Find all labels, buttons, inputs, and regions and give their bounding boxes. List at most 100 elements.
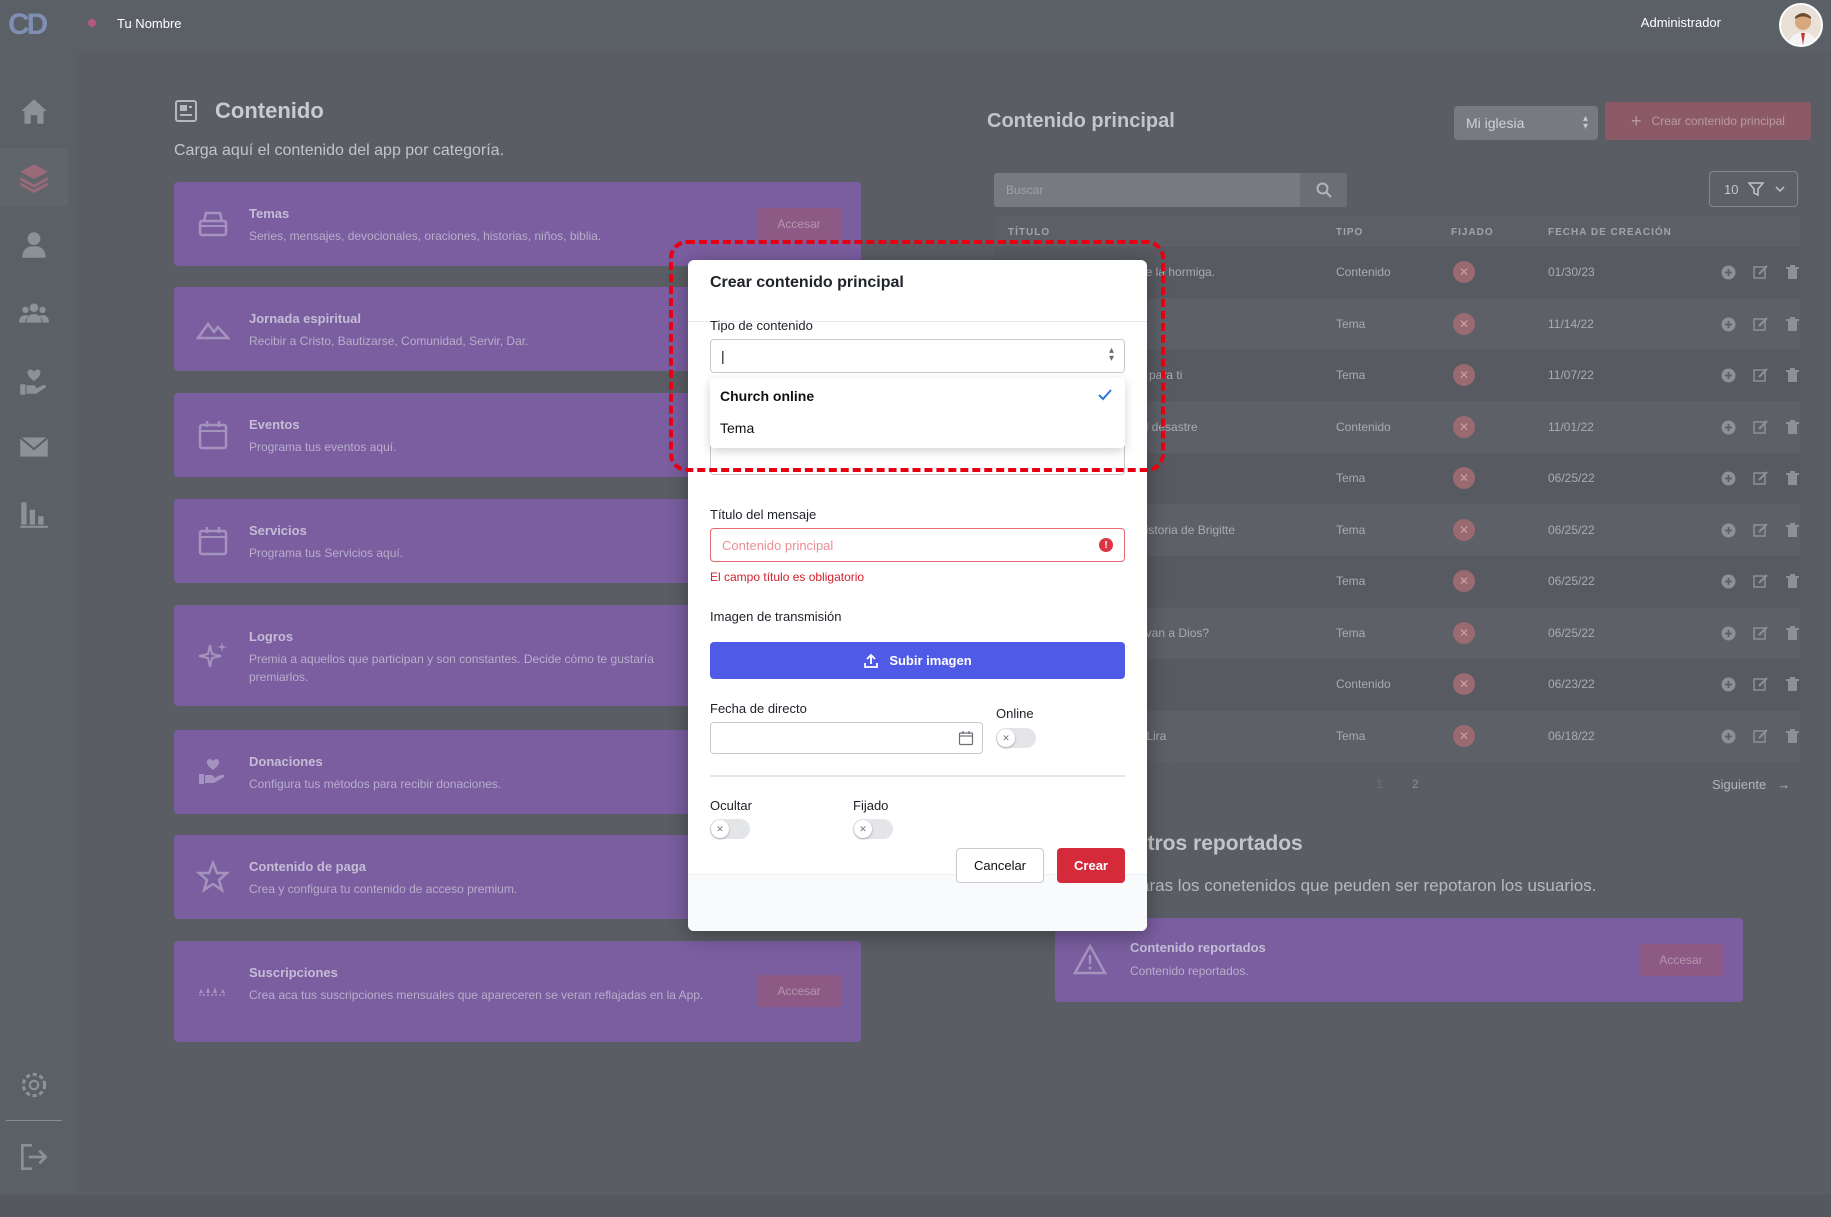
sidebar-item-content[interactable] (0, 148, 68, 206)
cancel-button[interactable]: Cancelar (956, 848, 1044, 883)
trash-icon[interactable] (1784, 522, 1801, 539)
edit-icon[interactable] (1752, 522, 1769, 539)
close-icon: ✕ (997, 729, 1015, 747)
top-bar: CD Tu Nombre Administrador (0, 0, 1831, 52)
reported-card-title: Contenido reportados (1130, 940, 1266, 955)
edit-icon[interactable] (1752, 676, 1769, 693)
sidebar-item-groups[interactable] (0, 284, 68, 342)
category-title: Logros (249, 629, 294, 644)
search-button[interactable] (1300, 173, 1347, 207)
edit-icon[interactable] (1752, 367, 1769, 384)
logout-icon (20, 1143, 48, 1171)
create-main-content-button[interactable]: + Crear contenido principal (1605, 102, 1811, 140)
page-subtitle: Carga aquí el contenido del app por cate… (174, 142, 505, 159)
category-title: Suscripciones (249, 965, 338, 980)
add-circle-icon[interactable] (1720, 367, 1737, 384)
trash-icon[interactable] (1784, 316, 1801, 333)
sidebar-item-users[interactable] (0, 216, 68, 274)
trash-icon[interactable] (1784, 419, 1801, 436)
trash-icon[interactable] (1784, 676, 1801, 693)
add-circle-icon[interactable] (1720, 470, 1737, 487)
trash-icon[interactable] (1784, 728, 1801, 745)
modal-header: Crear contenido principal (688, 260, 1147, 322)
edit-icon[interactable] (1752, 728, 1769, 745)
category-title: Contenido de paga (249, 859, 366, 874)
access-button[interactable]: Accesar (757, 975, 841, 1007)
pinned-toggle[interactable]: ✕ (853, 819, 893, 839)
edit-icon[interactable] (1752, 419, 1769, 436)
image-label: Imagen de transmisión (710, 609, 842, 624)
avatar[interactable] (1779, 3, 1823, 47)
online-toggle[interactable]: ✕ (996, 728, 1036, 748)
add-circle-icon[interactable] (1720, 316, 1737, 333)
edit-icon[interactable] (1752, 470, 1769, 487)
search-input[interactable]: Buscar (994, 173, 1300, 207)
hide-toggle[interactable]: ✕ (710, 819, 750, 839)
content-type-select[interactable]: | ▴ ▾ (710, 339, 1125, 373)
upload-image-button[interactable]: Subir imagen (710, 642, 1125, 679)
next-page-button[interactable]: Siguiente → (1712, 777, 1790, 792)
category-card-temas[interactable]: Temas Series, mensajes, devocionales, or… (174, 182, 861, 266)
reported-content-card[interactable]: Contenido reportados Contenido reportado… (1055, 918, 1743, 1002)
page-2[interactable]: 2 (1412, 777, 1419, 791)
row-type: Contenido (1336, 419, 1391, 434)
row-type: Contenido (1336, 677, 1391, 691)
sidebar-item-donations[interactable] (0, 352, 68, 410)
online-label: Online (996, 706, 1034, 721)
home-icon (21, 99, 47, 124)
add-circle-icon[interactable] (1720, 573, 1737, 590)
page-1[interactable]: 1 (1376, 777, 1383, 791)
calendar-icon (958, 731, 974, 746)
trash-icon[interactable] (1784, 264, 1801, 281)
add-circle-icon[interactable] (1720, 625, 1737, 642)
column-pinned: FIJADO (1451, 227, 1494, 238)
content-type-dropdown: Church online Tema (710, 378, 1125, 448)
add-circle-icon[interactable] (1720, 522, 1737, 539)
edit-icon[interactable] (1752, 573, 1769, 590)
edit-icon[interactable] (1752, 264, 1769, 281)
edit-icon[interactable] (1752, 316, 1769, 333)
upload-icon (864, 653, 879, 668)
add-circle-icon[interactable] (1720, 264, 1737, 281)
category-card-suscripciones[interactable]: Suscripciones Crea aca tus suscripciones… (174, 941, 861, 1042)
bar-chart-icon (20, 502, 48, 528)
live-date-input[interactable] (710, 722, 983, 754)
option-tema[interactable]: Tema (720, 420, 754, 436)
row-type: Tema (1336, 368, 1366, 382)
trash-icon[interactable] (1784, 470, 1801, 487)
content-header: Contenido (175, 98, 324, 124)
sidebar-item-logout[interactable] (0, 1128, 68, 1186)
sidebar-item-settings[interactable] (0, 1056, 68, 1114)
add-circle-icon[interactable] (1720, 419, 1737, 436)
trash-icon[interactable] (1784, 625, 1801, 642)
sidebar-item-home[interactable] (0, 82, 68, 140)
category-title: Donaciones (249, 754, 323, 769)
row-title: el desastre (1139, 419, 1198, 434)
access-button[interactable]: Accesar (1639, 944, 1723, 976)
row-date: 11/07/22 (1548, 368, 1594, 382)
create-button[interactable]: Crear (1057, 848, 1125, 883)
page-size-filter[interactable]: 10 (1709, 171, 1798, 207)
sidebar-item-stats[interactable] (0, 484, 68, 542)
app-logo[interactable]: CD (8, 8, 48, 42)
description-textarea[interactable] (710, 445, 1125, 475)
sidebar-item-messages[interactable] (0, 418, 68, 476)
edit-icon[interactable] (1752, 625, 1769, 642)
column-type: TIPO (1336, 227, 1364, 238)
message-title-field[interactable]: ! (710, 528, 1125, 562)
trash-icon[interactable] (1784, 573, 1801, 590)
add-circle-icon[interactable] (1720, 676, 1737, 693)
add-circle-icon[interactable] (1720, 728, 1737, 745)
option-church-online[interactable]: Church online (720, 388, 814, 404)
row-type: Tema (1336, 471, 1366, 485)
error-icon: ! (1099, 538, 1113, 552)
sidebar-divider (6, 1120, 62, 1121)
access-button[interactable]: Accesar (757, 208, 841, 240)
layers-icon (20, 164, 48, 193)
message-title-input[interactable] (722, 538, 1082, 553)
trash-icon[interactable] (1784, 367, 1801, 384)
not-pinned-icon: ✕ (1453, 467, 1475, 489)
church-select[interactable]: Mi iglesia ▴ ▾ (1454, 106, 1598, 140)
not-pinned-icon: ✕ (1453, 621, 1475, 644)
church-select-value: Mi iglesia (1466, 115, 1525, 131)
